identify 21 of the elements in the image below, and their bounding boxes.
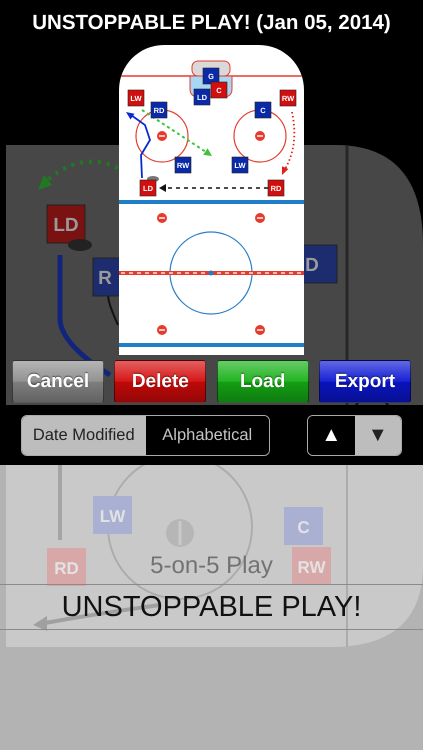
player-token: C [284,507,323,545]
sort-direction-tab[interactable]: ▼ [354,416,401,454]
player-token: RD [47,548,86,586]
player-token: LD [46,204,86,244]
play-arrow [282,112,296,175]
puck-icon [68,239,92,251]
faceoff-dot [255,325,265,335]
action-button[interactable]: Load [216,360,309,403]
faceoff-dot [255,131,265,141]
action-button[interactable]: Cancel [12,360,104,403]
picker-item[interactable]: UNSTOPPABLE PLAY! [62,585,362,629]
faceoff-dot [255,213,265,223]
faceoff-dot [157,213,167,223]
play-title: UNSTOPPABLE PLAY! (Jan 05, 2014) [32,10,391,34]
sort-option-tab[interactable]: Date Modified [22,416,146,454]
action-button[interactable]: Delete [114,360,206,403]
action-button[interactable]: Export [318,360,411,403]
player-token: RW [292,547,331,585]
player-token: LW [93,496,132,534]
faceoff-dot [157,325,167,335]
faceoff-dot [157,131,167,141]
